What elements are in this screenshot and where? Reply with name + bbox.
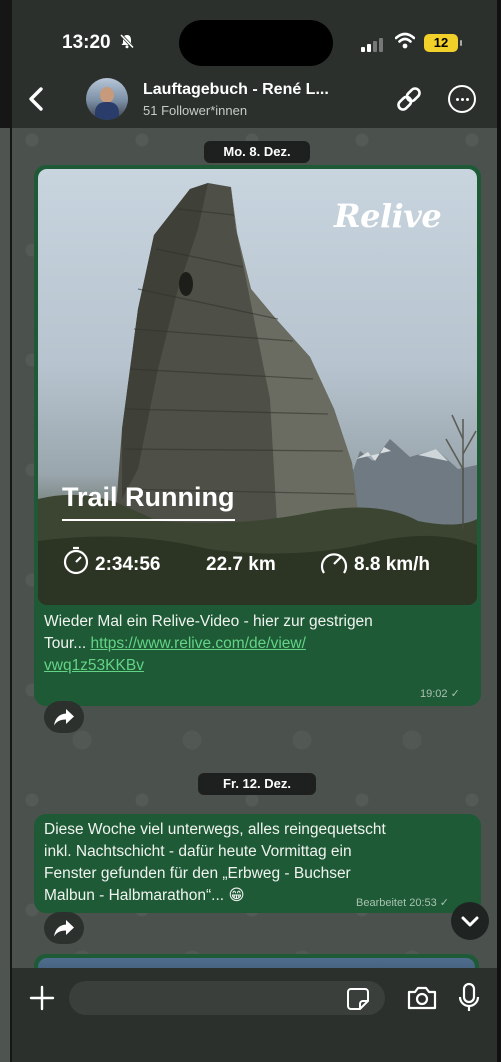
phone-screen: 13:20 12 Lauftagebuch - René L... 51 Fol… <box>12 0 497 1062</box>
relive-link[interactable]: vwq1z53KKBv <box>44 657 144 674</box>
relive-logo: Relive <box>334 197 442 235</box>
avatar[interactable] <box>86 78 128 120</box>
message-input[interactable] <box>69 981 385 1015</box>
duration-value: 2:34:56 <box>95 554 161 575</box>
message-line: Diese Woche viel unterwegs, alles reinge… <box>44 821 386 838</box>
link-icon[interactable] <box>394 84 424 114</box>
more-icon[interactable] <box>448 85 476 113</box>
speed-value: 8.8 km/h <box>354 554 431 575</box>
message-line: inkl. Nachtschicht - dafür heute Vormitt… <box>44 843 352 860</box>
plus-icon[interactable] <box>28 984 56 1012</box>
status-bar: 13:20 12 <box>12 0 497 70</box>
wifi-icon <box>394 32 416 50</box>
relive-video-thumbnail[interactable]: Relive Trail Running 2:34:56 22.7 km 8.8… <box>38 169 477 605</box>
cellular-signal-icon <box>361 36 383 52</box>
message-line: Wieder Mal ein Relive-Video - hier zur g… <box>44 613 373 630</box>
chevron-down-icon[interactable] <box>451 902 489 940</box>
microphone-icon[interactable] <box>458 982 480 1014</box>
message-text: Wieder Mal ein Relive-Video - hier zur g… <box>44 611 472 677</box>
check-icon: ✓ <box>450 688 460 700</box>
camera-icon[interactable] <box>406 984 438 1012</box>
message-bubble[interactable]: Diese Woche viel unterwegs, alles reinge… <box>34 814 481 913</box>
edited-timestamp: Bearbeitet 20:53 <box>356 897 437 909</box>
left-edge <box>0 0 12 1062</box>
distance-value: 22.7 km <box>206 554 276 575</box>
follower-count[interactable]: 51 Follower*innen <box>143 103 247 118</box>
message-bubble[interactable]: Relive Trail Running 2:34:56 22.7 km 8.8… <box>34 165 481 706</box>
chat-header: Lauftagebuch - René L... 51 Follower*inn… <box>12 70 497 128</box>
forward-button[interactable] <box>44 701 84 733</box>
right-edge <box>497 0 501 1062</box>
date-chip: Mo. 8. Dez. <box>204 141 310 163</box>
channel-title[interactable]: Lauftagebuch - René L... <box>143 81 329 99</box>
message-line: Fenster gefunden für den „Erbweg - Buchs… <box>44 865 351 882</box>
message-timestamp: 19:02 ✓ <box>420 687 460 700</box>
forward-button[interactable] <box>44 912 84 944</box>
check-icon: ✓ <box>439 897 450 909</box>
forward-icon <box>54 920 74 937</box>
left-edge-strip <box>0 128 10 1062</box>
message-time: 19:02 <box>420 688 448 700</box>
forward-icon <box>54 709 74 726</box>
message-edited-meta: Bearbeitet 20:53 ✓ <box>356 896 449 909</box>
status-time: 13:20 <box>62 32 111 53</box>
input-bar <box>12 968 497 1062</box>
activity-title: Trail Running <box>62 482 235 521</box>
message-line: Tour... <box>44 635 91 652</box>
relive-link[interactable]: https://www.relive.com/de/view/ <box>91 635 306 652</box>
chevron-left-icon[interactable] <box>22 84 52 114</box>
battery-indicator: 12 <box>424 34 462 52</box>
silent-bell-icon <box>119 33 135 53</box>
message-line: Malbun - Halbmarathon“... 😁 <box>44 887 245 904</box>
sticker-icon[interactable] <box>346 987 370 1011</box>
message-text: Diese Woche viel unterwegs, alles reinge… <box>44 819 474 907</box>
date-chip: Fr. 12. Dez. <box>198 773 316 795</box>
dynamic-island <box>179 20 333 66</box>
